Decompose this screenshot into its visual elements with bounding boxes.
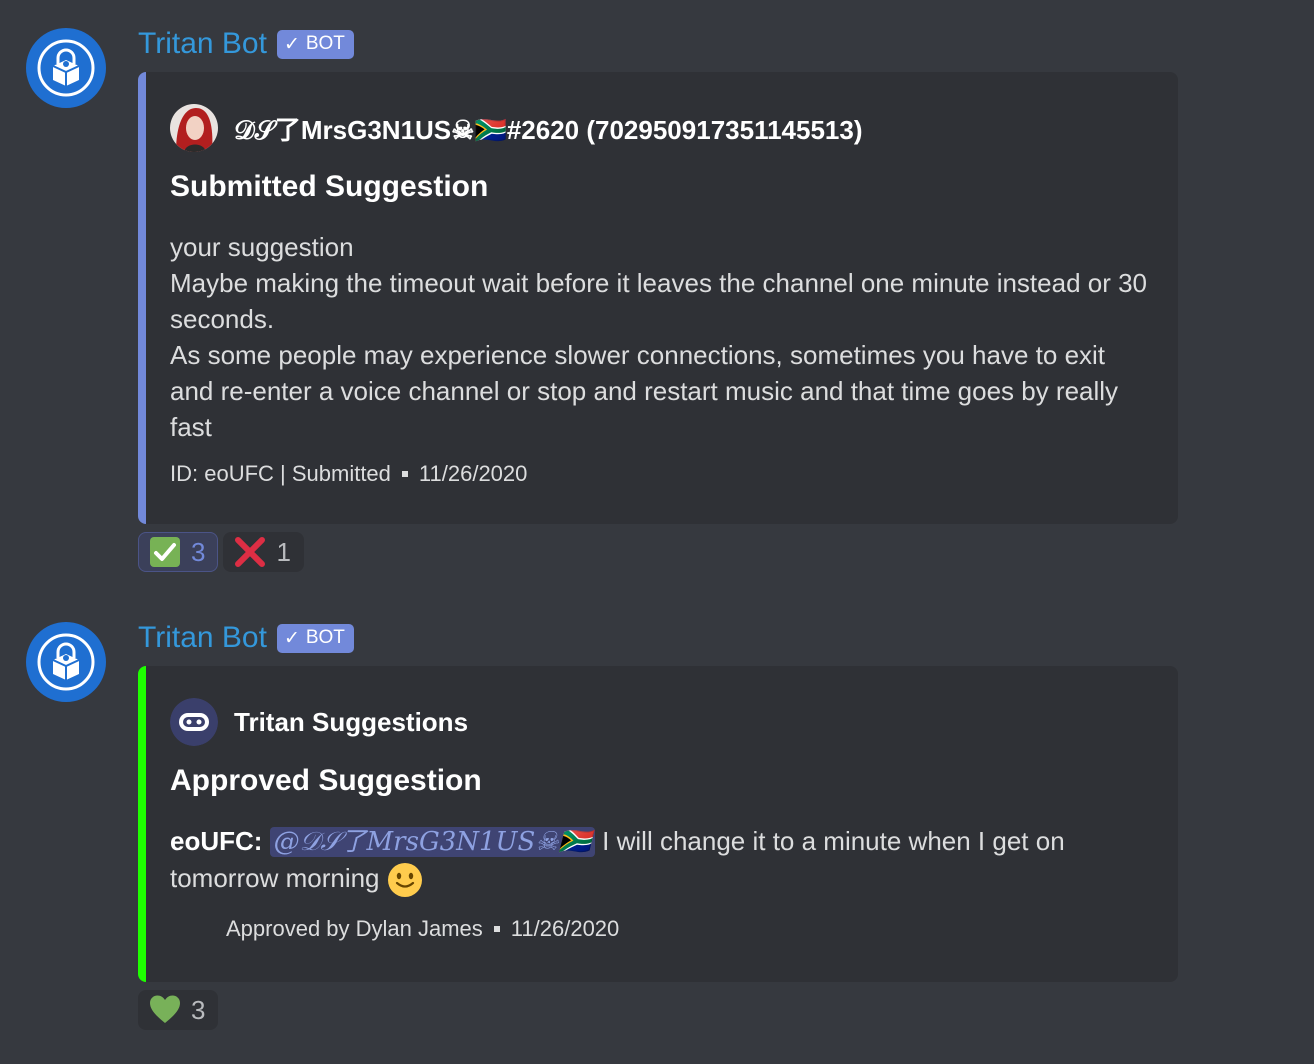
lock-bot-icon [37, 39, 95, 97]
tritan-bot-avatar[interactable] [26, 28, 106, 108]
username[interactable]: Tritan Bot [138, 27, 267, 61]
lock-bot-icon [37, 633, 95, 691]
green-heart-icon [150, 995, 180, 1023]
reaction-heart[interactable]: 3 [138, 990, 219, 1030]
embed-title: Approved Suggestion [170, 764, 482, 797]
cross-mark-icon [235, 537, 266, 567]
author-name[interactable]: Tritan Suggestions [234, 707, 468, 738]
embed-color-bar [138, 72, 146, 524]
embed-author: Tritan Suggestions [170, 698, 468, 746]
check-icon: ✓ [283, 33, 300, 55]
white-check-mark-icon [150, 537, 180, 567]
message-header: Tritan Bot ✓ BOT [138, 26, 354, 62]
embed-title: Submitted Suggestion [170, 170, 489, 203]
reaction-count: 1 [276, 536, 291, 567]
embed-footer: Approved by Dylan James 11/26/2020 [226, 916, 619, 942]
bot-tag: ✓ BOT [276, 623, 354, 653]
reactions: 3 1 [138, 532, 304, 572]
description-line: Maybe making the timeout wait before it … [170, 268, 1148, 334]
bot-tag-label: BOT [305, 627, 345, 648]
embed-submitted: 𝒟𝒮了MrsG3N1US☠🇿🇦#2620 (702950917351145513… [138, 72, 1178, 524]
author-name[interactable]: 𝒟𝒮了MrsG3N1US☠🇿🇦#2620 (702950917351145513… [234, 110, 863, 147]
slightly-smiling-face-icon [387, 863, 422, 898]
reaction-cross[interactable]: 1 [223, 532, 304, 572]
check-icon: ✓ [283, 627, 300, 649]
user-mention[interactable]: @𝒟𝒮了MrsG3N1US☠🇿🇦 [269, 827, 595, 857]
tritan-bot-avatar[interactable] [26, 622, 106, 702]
embed-description: eoUFC: @𝒟𝒮了MrsG3N1US☠🇿🇦 I will change it… [170, 823, 1150, 898]
description-line: your suggestion [170, 232, 354, 262]
author-avatar[interactable] [170, 698, 218, 746]
bot-tag-label: BOT [305, 33, 345, 54]
description-line: As some people may experience slower con… [170, 340, 1119, 442]
footer-date: 11/26/2020 [418, 461, 528, 486]
message-header: Tritan Bot ✓ BOT [138, 620, 354, 656]
embed-author: 𝒟𝒮了MrsG3N1US☠🇿🇦#2620 (702950917351145513… [170, 104, 863, 152]
reaction-check[interactable]: 3 [138, 532, 219, 572]
author-avatar[interactable] [170, 104, 218, 152]
footer-text: ID: eoUFC | Submitted [170, 461, 391, 486]
footer-separator [401, 471, 408, 477]
embed-footer: ID: eoUFC | Submitted 11/26/2020 [170, 461, 527, 487]
bot-tag: ✓ BOT [276, 29, 354, 59]
embed-description: your suggestion Maybe making the timeout… [170, 229, 1150, 445]
embed-color-bar [138, 666, 146, 982]
reactions: 3 [138, 990, 219, 1030]
footer-text: Approved by Dylan James [226, 916, 483, 941]
reaction-count: 3 [191, 536, 206, 567]
username[interactable]: Tritan Bot [138, 621, 267, 655]
suggestion-id: eoUFC: [170, 826, 263, 856]
footer-date: 11/26/2020 [510, 916, 620, 941]
embed-approved: Tritan Suggestions Approved Suggestion e… [138, 666, 1178, 982]
footer-separator [493, 926, 500, 932]
reaction-count: 3 [191, 994, 206, 1025]
